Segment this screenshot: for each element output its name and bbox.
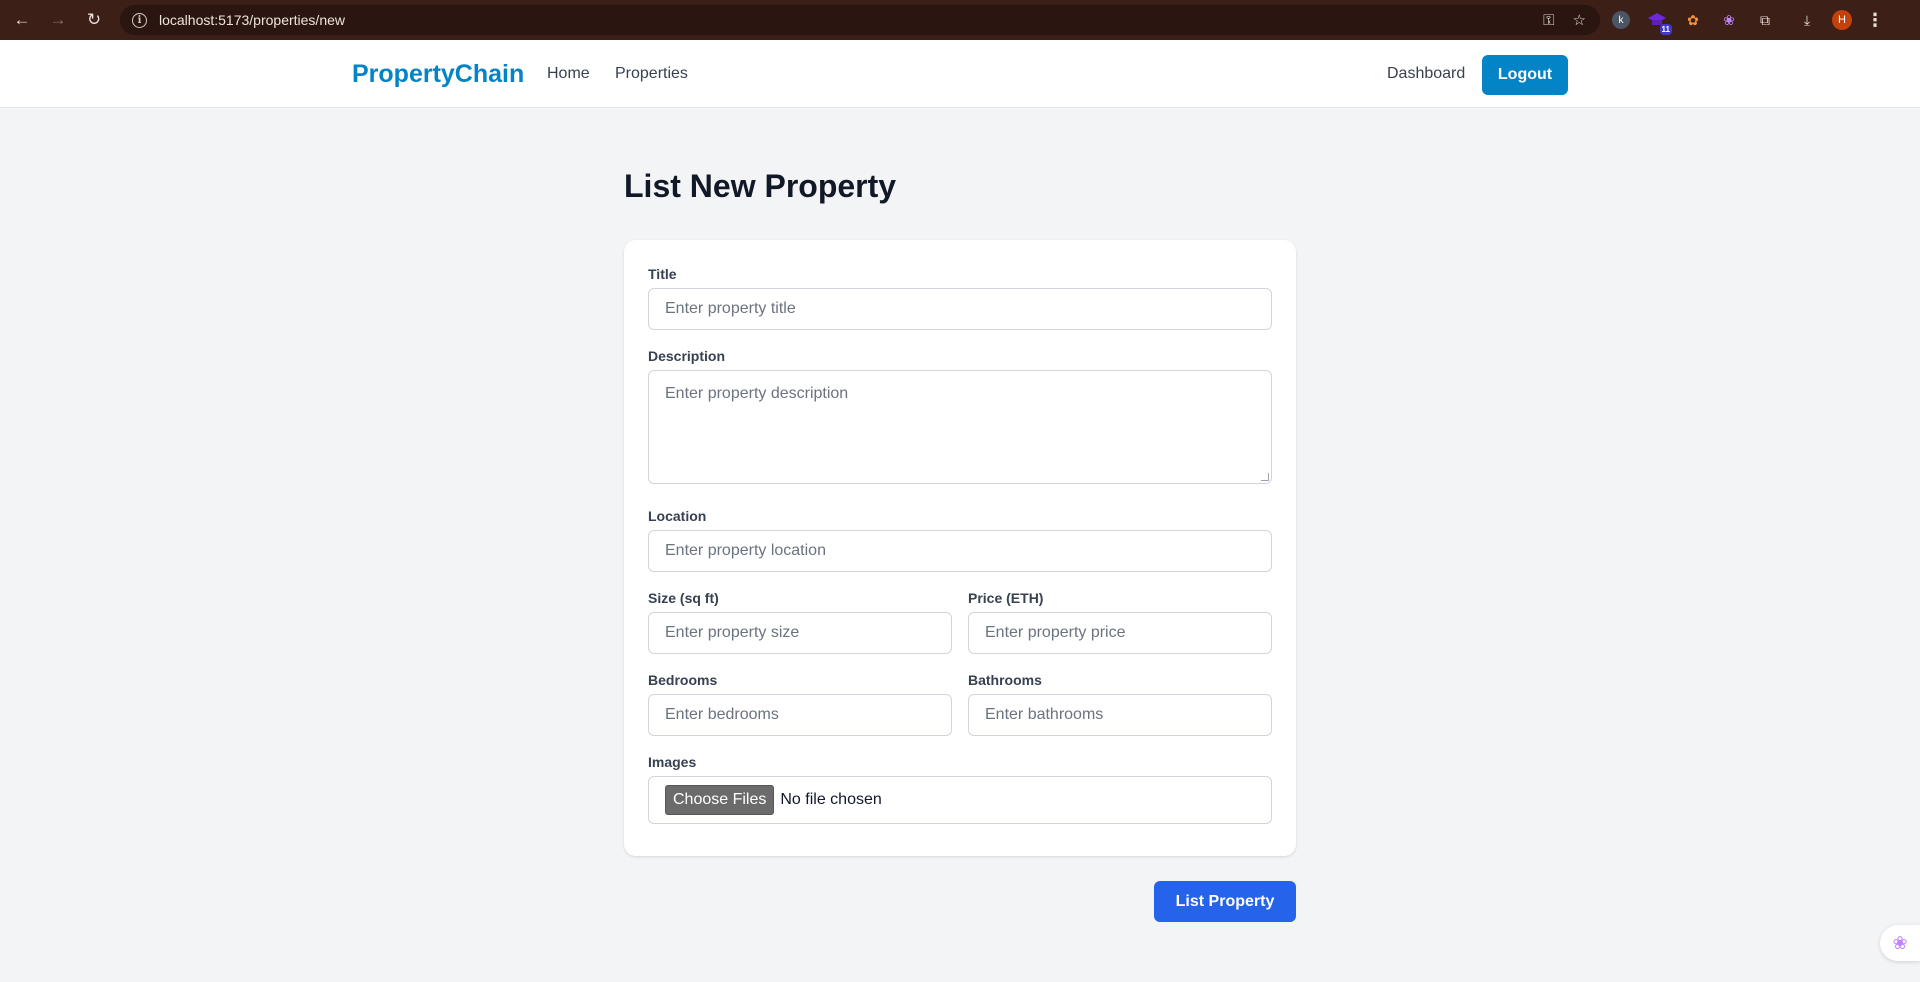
nav-link-properties[interactable]: Properties <box>615 40 688 108</box>
description-label: Description <box>648 348 726 364</box>
size-input[interactable]: Enter property size <box>648 612 952 654</box>
extension-k-icon: k <box>1612 11 1630 29</box>
download-icon[interactable]: ⤓ <box>1796 9 1818 31</box>
description-textarea[interactable]: Enter property description <box>648 370 1272 484</box>
extension-brain-icon[interactable]: ❀ <box>1718 9 1740 31</box>
reload-icon[interactable]: ↻ <box>76 0 112 40</box>
page-title: List New Property <box>624 168 897 204</box>
location-input[interactable]: Enter property location <box>648 530 1272 572</box>
url-text[interactable]: localhost:5173/properties/new <box>159 12 345 28</box>
site-info-icon[interactable]: i <box>132 12 147 28</box>
extension-icon[interactable]: k <box>1610 9 1632 31</box>
browser-toolbar: ← → ↻ i localhost:5173/properties/new ⚿ … <box>0 0 1920 40</box>
price-input[interactable]: Enter property price <box>968 612 1272 654</box>
password-key-icon[interactable]: ⚿ <box>1543 12 1554 29</box>
back-arrow-icon[interactable]: ← <box>4 0 40 40</box>
title-label: Title <box>648 266 677 282</box>
file-status-text: No file chosen <box>780 791 882 808</box>
address-bar[interactable]: i localhost:5173/properties/new ⚿ ☆ <box>120 5 1600 35</box>
floating-extension-button[interactable]: ❀ <box>1880 925 1920 961</box>
resize-handle-icon[interactable] <box>1261 473 1269 481</box>
nav-link-home[interactable]: Home <box>547 40 590 108</box>
images-label: Images <box>648 754 697 770</box>
size-label: Size (sq ft) <box>648 590 719 606</box>
brain-icon: ❀ <box>1892 932 1908 953</box>
extension-flower-icon[interactable]: ✿ <box>1682 9 1704 31</box>
bathrooms-label: Bathrooms <box>968 672 1042 688</box>
app-navbar: PropertyChain Home Properties Dashboard … <box>0 40 1920 108</box>
forward-arrow-icon[interactable]: → <box>40 0 76 40</box>
nav-link-dashboard[interactable]: Dashboard <box>1387 40 1465 108</box>
brand-logo[interactable]: PropertyChain <box>352 40 524 108</box>
extension-badge: 11 <box>1659 24 1672 35</box>
images-file-input[interactable]: Choose Files No file chosen <box>648 776 1272 824</box>
bookmark-star-icon[interactable]: ☆ <box>1573 11 1586 29</box>
title-input[interactable]: Enter property title <box>648 288 1272 330</box>
profile-avatar[interactable]: H <box>1832 10 1852 30</box>
bedrooms-input[interactable]: Enter bedrooms <box>648 694 952 736</box>
bedrooms-label: Bedrooms <box>648 672 718 688</box>
bathrooms-input[interactable]: Enter bathrooms <box>968 694 1272 736</box>
description-placeholder: Enter property description <box>665 385 849 402</box>
list-property-button[interactable]: List Property <box>1154 881 1296 922</box>
location-label: Location <box>648 508 707 524</box>
price-label: Price (ETH) <box>968 590 1044 606</box>
choose-files-button[interactable]: Choose Files <box>665 785 775 815</box>
extension-graduation-icon[interactable]: 11 <box>1646 9 1672 35</box>
extensions-puzzle-icon[interactable]: ⧉ <box>1754 9 1776 31</box>
logout-button[interactable]: Logout <box>1482 55 1568 95</box>
property-form-card: Title Enter property title Description E… <box>624 240 1296 856</box>
browser-menu-icon[interactable]: ⋮ <box>1866 10 1884 31</box>
extensions-area: k 11 ✿ ❀ ⧉ ⤓ H ⋮ <box>1610 0 1884 40</box>
